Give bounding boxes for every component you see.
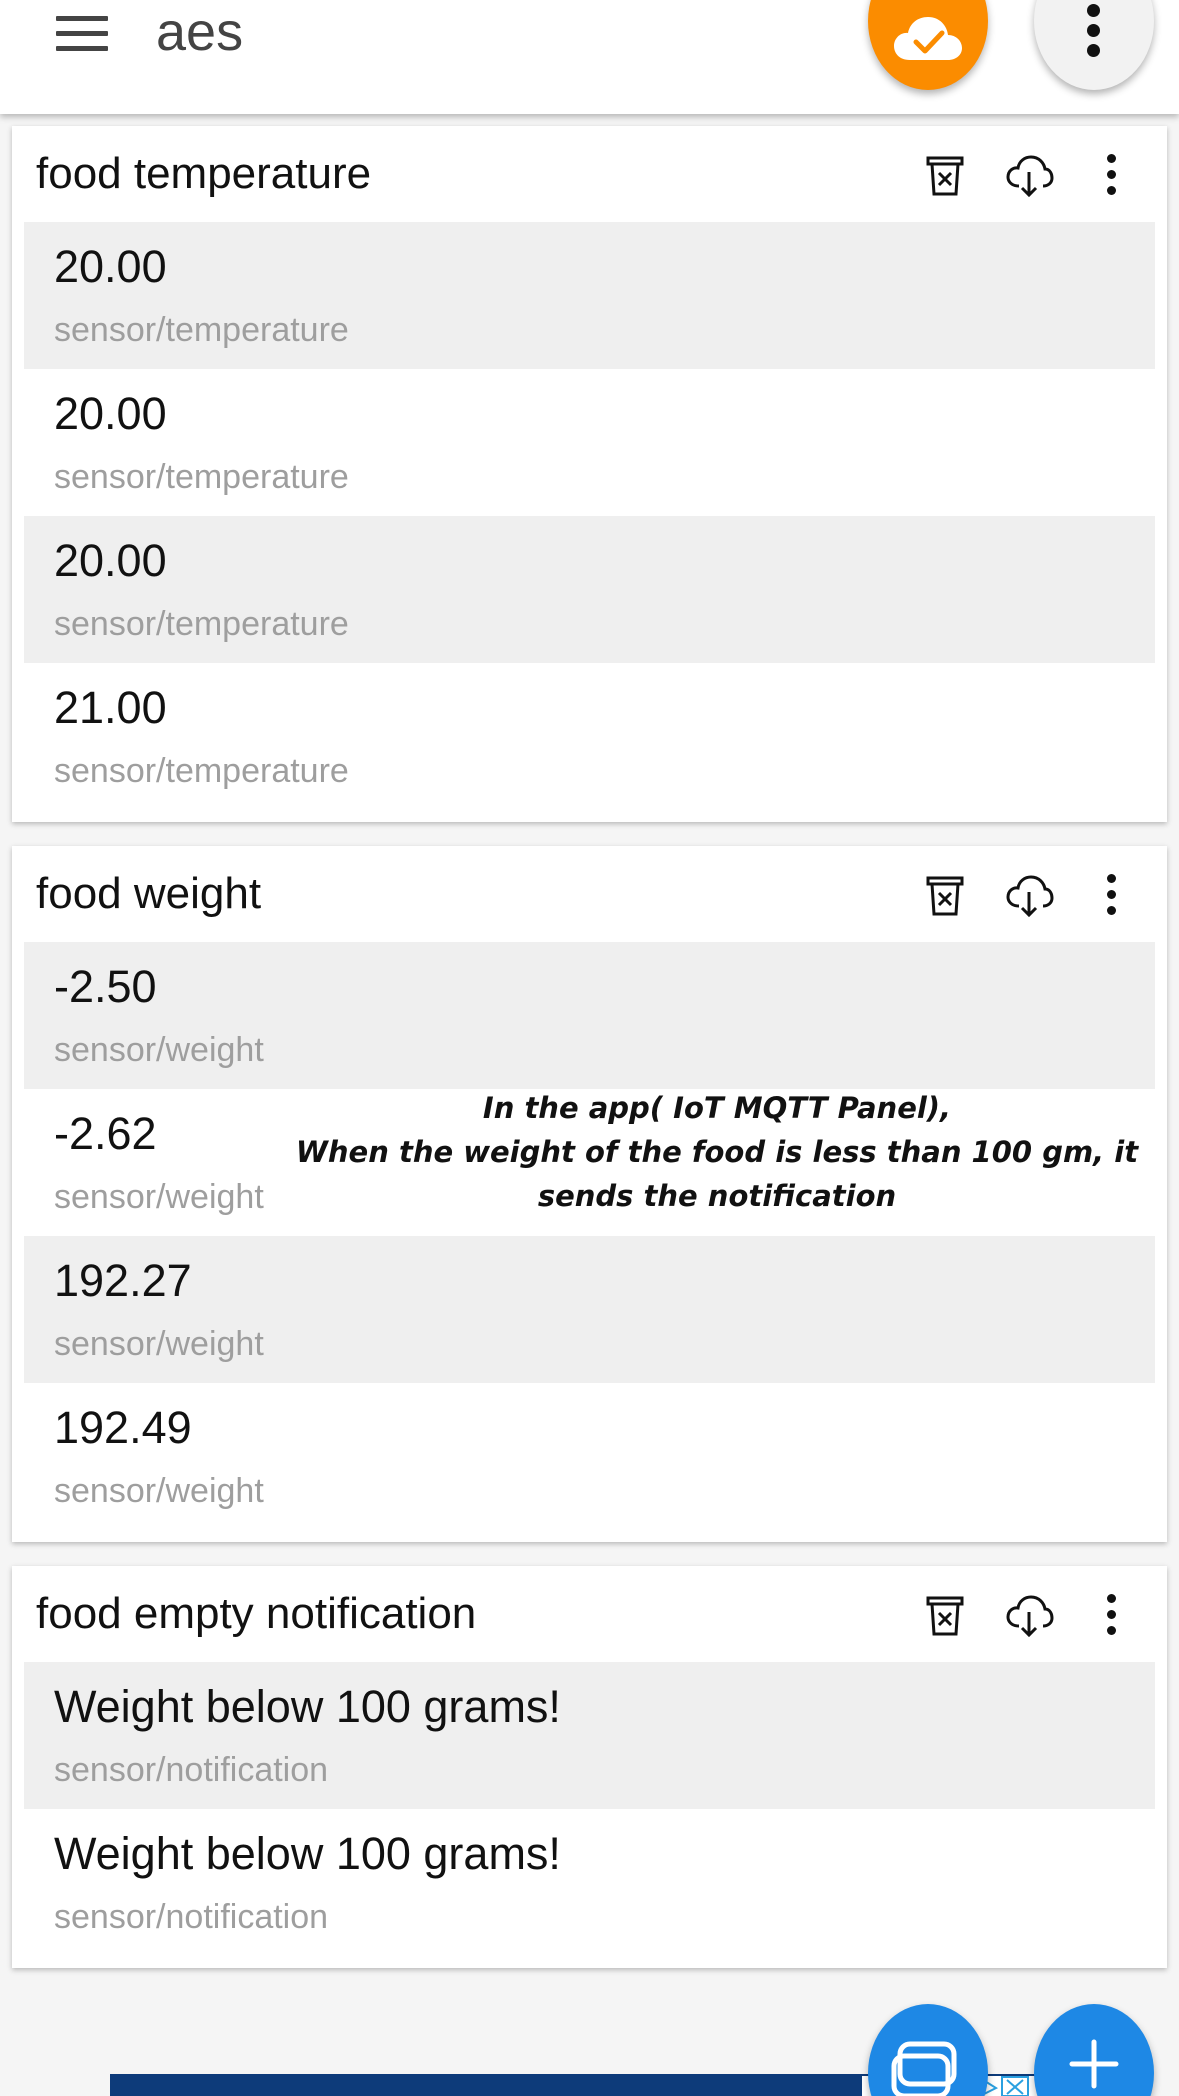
cloud-download-icon[interactable] bbox=[1004, 870, 1054, 920]
list-item[interactable]: 192.49 sensor/weight bbox=[24, 1383, 1155, 1530]
panel-more-vert-icon[interactable] bbox=[1086, 870, 1136, 920]
hamburger-icon[interactable] bbox=[52, 12, 112, 56]
message-value: 21.00 bbox=[54, 682, 167, 733]
cloud-download-icon[interactable] bbox=[1004, 150, 1054, 200]
panel-food-temperature: food temperature 20.00 sensor/temperatur… bbox=[12, 126, 1167, 822]
message-value: 20.00 bbox=[54, 535, 167, 586]
list-item[interactable]: 20.00 sensor/temperature bbox=[24, 222, 1155, 369]
list-item[interactable]: 21.00 sensor/temperature bbox=[24, 663, 1155, 810]
panel-more-vert-icon[interactable] bbox=[1086, 150, 1136, 200]
trash-clear-icon[interactable] bbox=[920, 870, 970, 920]
list-item[interactable]: 20.00 sensor/temperature bbox=[24, 369, 1155, 516]
message-list: 20.00 sensor/temperature 20.00 sensor/te… bbox=[12, 222, 1167, 822]
cloud-download-icon[interactable] bbox=[1004, 1590, 1054, 1640]
message-topic: sensor/notification bbox=[54, 1898, 329, 1936]
panel-header: food temperature bbox=[12, 126, 1167, 222]
panel-title: food temperature bbox=[36, 149, 372, 198]
panel-food-empty-notification: food empty notification Weight below 100… bbox=[12, 1566, 1167, 1968]
message-list: -2.50 sensor/weight -2.62 sensor/weight … bbox=[12, 942, 1167, 1542]
message-topic: sensor/temperature bbox=[54, 458, 349, 496]
dashboard-icon bbox=[891, 2041, 957, 2096]
message-value: 20.00 bbox=[54, 241, 167, 292]
message-topic: sensor/notification bbox=[54, 1751, 329, 1789]
message-topic: sensor/temperature bbox=[54, 605, 349, 643]
message-topic: sensor/weight bbox=[54, 1325, 264, 1363]
message-value: -2.62 bbox=[54, 1108, 157, 1159]
message-list: Weight below 100 grams! sensor/notificat… bbox=[12, 1662, 1167, 1968]
panel-more-vert-icon[interactable] bbox=[1086, 1590, 1136, 1640]
cloud-check-icon bbox=[894, 17, 962, 60]
panel-title: food empty notification bbox=[36, 1589, 477, 1638]
plus-icon bbox=[1069, 2039, 1119, 2089]
app-bar: aes bbox=[0, 0, 1179, 114]
dashboard-button[interactable] bbox=[868, 2004, 988, 2096]
panel-header: food weight bbox=[12, 846, 1167, 942]
message-topic: sensor/temperature bbox=[54, 752, 349, 790]
list-item[interactable]: Weight below 100 grams! sensor/notificat… bbox=[24, 1662, 1155, 1809]
list-item[interactable]: Weight below 100 grams! sensor/notificat… bbox=[24, 1809, 1155, 1956]
message-value: Weight below 100 grams! bbox=[54, 1828, 561, 1879]
annotation-caption: In the app( IoT MQTT Panel), When the we… bbox=[276, 1086, 1158, 1218]
message-value: -2.50 bbox=[54, 961, 157, 1012]
list-item[interactable]: 20.00 sensor/temperature bbox=[24, 516, 1155, 663]
list-item[interactable]: 192.27 sensor/weight bbox=[24, 1236, 1155, 1383]
message-value: Weight below 100 grams! bbox=[54, 1681, 561, 1732]
message-topic: sensor/weight bbox=[54, 1178, 264, 1216]
annotation-line: When the weight of the food is less than… bbox=[295, 1135, 1139, 1169]
panel-header: food empty notification bbox=[12, 1566, 1167, 1662]
add-panel-button[interactable] bbox=[1034, 2004, 1154, 2096]
list-item[interactable]: -2.50 sensor/weight bbox=[24, 942, 1155, 1089]
message-value: 192.27 bbox=[54, 1255, 192, 1306]
panel-title: food weight bbox=[36, 869, 262, 918]
trash-clear-icon[interactable] bbox=[920, 1590, 970, 1640]
message-value: 20.00 bbox=[54, 388, 167, 439]
message-value: 192.49 bbox=[54, 1402, 192, 1453]
annotation-line: In the app( IoT MQTT Panel), bbox=[482, 1091, 952, 1125]
trash-clear-icon[interactable] bbox=[920, 150, 970, 200]
message-topic: sensor/temperature bbox=[54, 311, 349, 349]
app-title: aes bbox=[156, 2, 244, 62]
annotation-line: sends the notification bbox=[537, 1179, 897, 1213]
message-topic: sensor/weight bbox=[54, 1472, 264, 1510]
message-topic: sensor/weight bbox=[54, 1031, 264, 1069]
